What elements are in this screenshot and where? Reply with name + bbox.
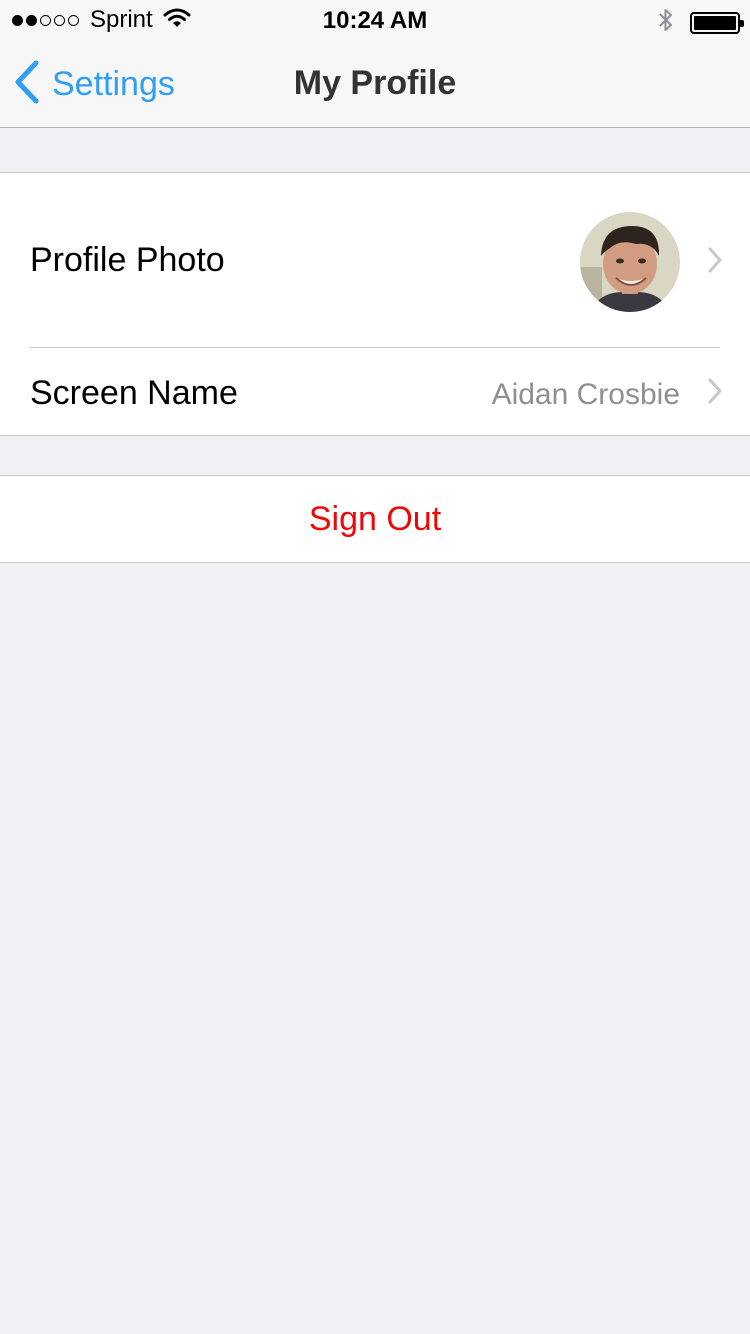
navigation-bar: Settings My Profile	[0, 40, 750, 128]
battery-icon	[690, 11, 744, 34]
chevron-right-icon	[708, 247, 722, 278]
sign-out-section: Sign Out	[0, 475, 750, 563]
status-time: 10:24 AM	[322, 7, 428, 34]
battery-fill	[694, 15, 736, 30]
profile-section: Profile Photo Screen Name Aidan Crosbie	[0, 172, 750, 436]
status-bar: Sprint 10:24 AM	[0, 0, 750, 40]
status-bar-right	[658, 7, 744, 38]
chevron-right-icon	[708, 378, 722, 409]
screen-name-row[interactable]: Screen Name Aidan Crosbie	[0, 348, 750, 436]
avatar	[580, 212, 680, 312]
bluetooth-icon	[658, 7, 674, 38]
profile-photo-label: Profile Photo	[30, 241, 225, 279]
profile-photo-row[interactable]: Profile Photo	[0, 173, 750, 348]
page-title: My Profile	[293, 64, 457, 102]
battery-tip	[740, 19, 744, 27]
sign-out-button[interactable]: Sign Out	[0, 476, 750, 562]
screen-name-label: Screen Name	[30, 374, 238, 412]
screen-name-value: Aidan Crosbie	[491, 378, 680, 411]
